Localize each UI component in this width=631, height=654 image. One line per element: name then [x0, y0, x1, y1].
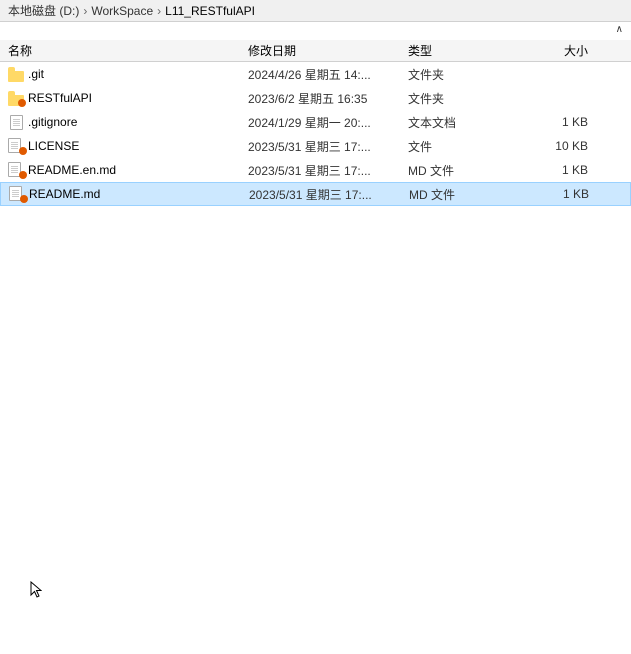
file-size: 1 KB	[509, 187, 589, 201]
table-row[interactable]: README.en.md 2023/5/31 星期三 17:... MD 文件 …	[0, 158, 631, 182]
file-type: 文件夹	[408, 66, 508, 83]
md-file-icon	[9, 186, 25, 202]
table-row[interactable]: LICENSE 2023/5/31 星期三 17:... 文件 10 KB	[0, 134, 631, 158]
file-size: 10 KB	[508, 139, 588, 153]
table-row[interactable]: .gitignore 2024/1/29 星期一 20:... 文本文档 1 K…	[0, 110, 631, 134]
file-date: 2024/4/26 星期五 14:...	[248, 66, 408, 83]
md-file-icon	[8, 162, 24, 178]
table-row[interactable]: README.md 2023/5/31 星期三 17:... MD 文件 1 K…	[0, 182, 631, 206]
file-date: 2023/5/31 星期三 17:...	[249, 186, 409, 203]
file-date: 2023/6/2 星期五 16:35	[248, 90, 408, 107]
file-type: 文件	[408, 138, 508, 155]
column-header-date[interactable]: 修改日期	[248, 42, 408, 59]
file-date: 2023/5/31 星期三 17:...	[248, 138, 408, 155]
file-date: 2023/5/31 星期三 17:...	[248, 162, 408, 179]
column-header-size[interactable]: 大小	[508, 42, 588, 59]
breadcrumb-item-current[interactable]: L11_RESTfulAPI	[165, 4, 255, 18]
sort-arrow-icon: ∧	[616, 24, 623, 38]
file-list: .git 2024/4/26 星期五 14:... 文件夹 RESTfulAPI…	[0, 62, 631, 654]
folder-icon	[8, 66, 24, 82]
column-header-type[interactable]: 类型	[408, 42, 508, 59]
file-size: 1 KB	[508, 163, 588, 177]
breadcrumb-item-drive[interactable]: 本地磁盘 (D:)	[8, 2, 79, 19]
file-type: MD 文件	[409, 186, 509, 203]
breadcrumb-item-workspace[interactable]: WorkSpace	[91, 4, 153, 18]
breadcrumb-sep-1: ›	[83, 4, 87, 18]
column-header-name[interactable]: 名称	[8, 42, 248, 59]
file-name: LICENSE	[28, 139, 248, 153]
sort-indicator-bar: ∧	[0, 22, 631, 40]
breadcrumb-bar: 本地磁盘 (D:) › WorkSpace › L11_RESTfulAPI	[0, 0, 631, 22]
table-row[interactable]: .git 2024/4/26 星期五 14:... 文件夹	[0, 62, 631, 86]
file-name: README.en.md	[28, 163, 248, 177]
file-date: 2024/1/29 星期一 20:...	[248, 114, 408, 131]
text-doc-icon	[8, 114, 24, 130]
file-type: 文件夹	[408, 90, 508, 107]
restful-folder-icon	[8, 90, 24, 106]
file-name: RESTfulAPI	[28, 91, 248, 105]
file-size: 1 KB	[508, 115, 588, 129]
file-name: .gitignore	[28, 115, 248, 129]
file-list-header: 名称 修改日期 类型 大小	[0, 40, 631, 62]
file-name: .git	[28, 67, 248, 81]
file-name: README.md	[29, 187, 249, 201]
file-type: MD 文件	[408, 162, 508, 179]
table-row[interactable]: RESTfulAPI 2023/6/2 星期五 16:35 文件夹	[0, 86, 631, 110]
file-type: 文本文档	[408, 114, 508, 131]
breadcrumb-sep-2: ›	[157, 4, 161, 18]
license-file-icon	[8, 138, 24, 154]
